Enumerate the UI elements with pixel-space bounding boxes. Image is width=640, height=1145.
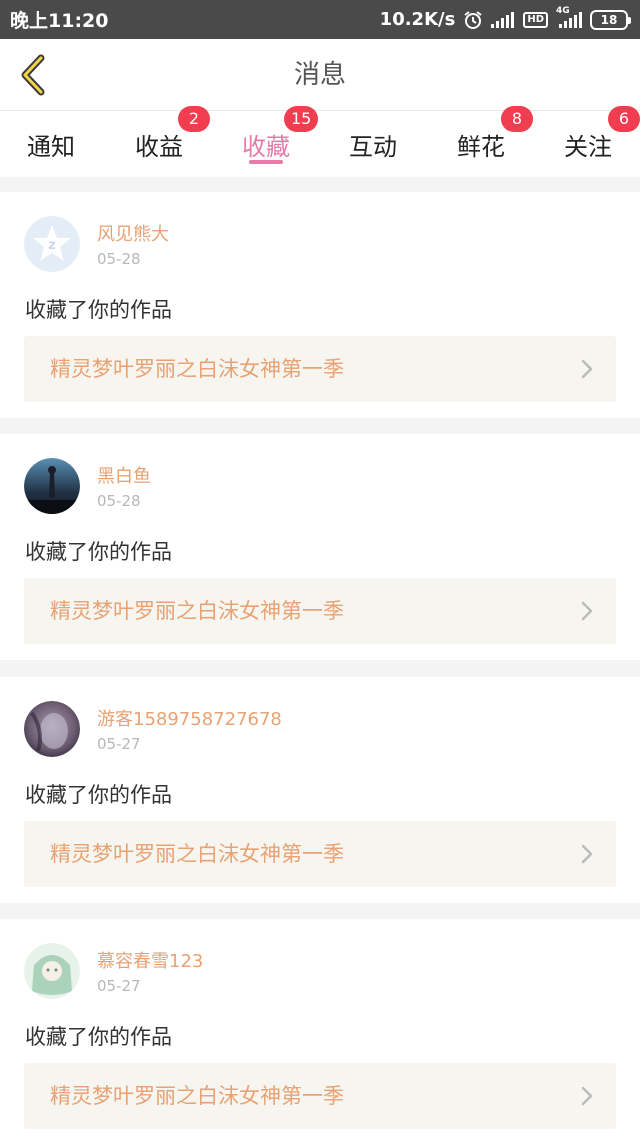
battery-level: 18	[600, 12, 618, 27]
message-date: 05-28	[97, 250, 141, 268]
net-type-label: 4G	[556, 5, 570, 16]
tab-badge: 15	[284, 106, 319, 132]
tab-notifications[interactable]: 通知	[1, 111, 101, 177]
tab-follows[interactable]: 关注 6	[538, 106, 640, 177]
work-link[interactable]: 精灵梦叶罗丽之白沫女神第一季	[24, 336, 616, 402]
tab-badge: 2	[178, 106, 210, 132]
tab-label: 收益	[135, 132, 183, 161]
tab-bar: 通知 收益 2 收藏 15 互动 鲜花 8 关注 6	[0, 106, 640, 177]
work-link[interactable]: 精灵梦叶罗丽之白沫女神第一季	[24, 1063, 616, 1129]
status-icons: 10.2K/s HD 4G 18	[379, 6, 631, 30]
username[interactable]: 慕容春雪123	[97, 947, 203, 973]
chevron-right-icon	[581, 844, 593, 864]
tab-favorites[interactable]: 收藏 15	[216, 106, 319, 177]
message-date: 05-27	[97, 735, 141, 753]
page-title: 消息	[293, 60, 346, 90]
tab-label: 鲜花	[457, 132, 505, 161]
tab-label: 通知	[27, 132, 75, 161]
tab-flowers[interactable]: 鲜花 8	[431, 106, 533, 177]
message-card: 黑白鱼 05-28 收藏了你的作品 精灵梦叶罗丽之白沫女神第一季	[0, 434, 640, 660]
battery-icon: 18	[590, 9, 631, 30]
username[interactable]: 黑白鱼	[97, 462, 151, 488]
status-time: 晚上11:20	[10, 10, 109, 32]
work-title: 精灵梦叶罗丽之白沫女神第一季	[50, 357, 344, 381]
avatar[interactable]: z	[24, 216, 80, 272]
active-tab-indicator	[249, 160, 283, 164]
work-title: 精灵梦叶罗丽之白沫女神第一季	[50, 842, 344, 866]
message-card: z 风见熊大 05-28 收藏了你的作品 精灵梦叶罗丽之白沫女神第一季	[0, 192, 640, 418]
tab-badge: 6	[608, 106, 640, 132]
message-list: z 风见熊大 05-28 收藏了你的作品 精灵梦叶罗丽之白沫女神第一季 黑白鱼 …	[0, 177, 640, 1145]
app-header: 消息	[0, 39, 640, 111]
chevron-right-icon	[581, 1086, 593, 1106]
signal-4g-icon: 4G	[556, 6, 582, 28]
work-title: 精灵梦叶罗丽之白沫女神第一季	[50, 1084, 344, 1108]
status-bar: 晚上11:20 10.2K/s HD 4G 18	[0, 0, 640, 39]
hd-icon: HD	[523, 11, 548, 28]
chevron-right-icon	[581, 359, 593, 379]
chevron-right-icon	[581, 601, 593, 621]
username[interactable]: 游客1589758727678	[97, 705, 282, 731]
message-card: 慕容春雪123 05-27 收藏了你的作品 精灵梦叶罗丽之白沫女神第一季	[0, 919, 640, 1145]
tab-interactions[interactable]: 互动	[323, 111, 423, 177]
work-title: 精灵梦叶罗丽之白沫女神第一季	[50, 599, 344, 623]
action-text: 收藏了你的作品	[25, 298, 172, 322]
alarm-icon	[463, 10, 483, 30]
action-text: 收藏了你的作品	[25, 540, 172, 564]
tab-label: 互动	[349, 132, 397, 161]
work-link[interactable]: 精灵梦叶罗丽之白沫女神第一季	[24, 578, 616, 644]
message-date: 05-27	[97, 977, 141, 995]
network-speed: 10.2K/s	[379, 9, 456, 30]
avatar[interactable]	[24, 458, 80, 514]
tab-label: 收藏	[242, 132, 290, 161]
action-text: 收藏了你的作品	[25, 1025, 172, 1049]
avatar[interactable]	[24, 943, 80, 999]
message-card: 游客1589758727678 05-27 收藏了你的作品 精灵梦叶罗丽之白沫女…	[0, 677, 640, 903]
tab-earnings[interactable]: 收益 2	[109, 106, 210, 177]
work-link[interactable]: 精灵梦叶罗丽之白沫女神第一季	[24, 821, 616, 887]
tab-badge: 8	[501, 106, 533, 132]
username[interactable]: 风见熊大	[97, 220, 169, 246]
svg-text:z: z	[48, 238, 56, 253]
signal-icon	[491, 11, 515, 28]
action-text: 收藏了你的作品	[25, 783, 172, 807]
avatar[interactable]	[24, 701, 80, 757]
tab-label: 关注	[564, 132, 612, 161]
message-date: 05-28	[97, 492, 141, 510]
